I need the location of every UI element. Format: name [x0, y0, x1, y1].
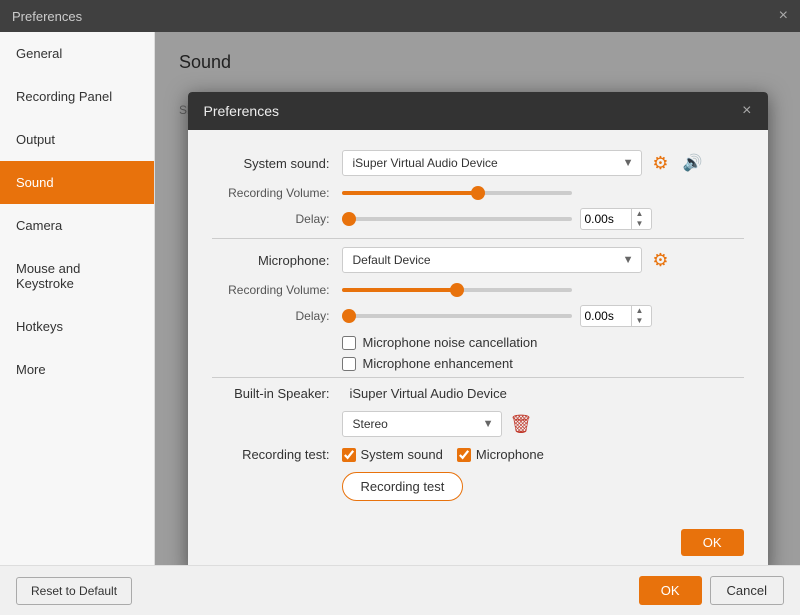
- system-volume-label: Recording Volume:: [212, 186, 342, 200]
- mic-delay-label: Delay:: [212, 309, 342, 323]
- recording-test-label: Recording test:: [212, 447, 342, 462]
- title-bar-close-button[interactable]: ×: [779, 7, 788, 25]
- stereo-select-wrapper: Stereo Mono ▼: [342, 411, 502, 437]
- mic-volume-slider-container: [342, 288, 572, 292]
- system-delay-down-button[interactable]: ▼: [632, 219, 648, 229]
- mic-volume-label: Recording Volume:: [212, 283, 342, 297]
- system-delay-slider-container: ▲ ▼: [342, 208, 652, 230]
- bottom-right-buttons: OK Cancel: [639, 576, 784, 605]
- sidebar-item-more[interactable]: More: [0, 348, 154, 391]
- sidebar-item-sound[interactable]: Sound: [0, 161, 154, 204]
- microphone-check-item: Microphone: [457, 447, 544, 462]
- microphone-test-checkbox[interactable]: [457, 448, 471, 462]
- mic-delay-input-wrapper: ▲ ▼: [580, 305, 652, 327]
- app-body: General Recording Panel Output Sound Cam…: [0, 32, 800, 565]
- mic-delay-up-button[interactable]: ▲: [632, 306, 648, 316]
- stereo-select[interactable]: Stereo Mono: [342, 411, 502, 437]
- modal-close-button[interactable]: ×: [742, 102, 751, 120]
- sidebar-item-mouse-keystroke[interactable]: Mouse and Keystroke: [0, 247, 154, 305]
- system-delay-slider[interactable]: [342, 217, 572, 221]
- sidebar-item-recording-panel[interactable]: Recording Panel: [0, 75, 154, 118]
- system-volume-row: Recording Volume:: [212, 186, 744, 200]
- system-delay-up-button[interactable]: ▲: [632, 209, 648, 219]
- preferences-modal: Preferences × System sound: iSuper Virtu…: [188, 92, 768, 565]
- microphone-check-label: Microphone: [476, 447, 544, 462]
- sidebar-item-hotkeys[interactable]: Hotkeys: [0, 305, 154, 348]
- mic-enhancement-checkbox[interactable]: [342, 357, 356, 371]
- reset-to-default-button[interactable]: Reset to Default: [16, 577, 132, 605]
- noise-cancellation-checkbox[interactable]: [342, 336, 356, 350]
- app-title: Preferences: [12, 9, 82, 24]
- modal-body: System sound: iSuper Virtual Audio Devic…: [188, 130, 768, 517]
- bottom-bar: Reset to Default OK Cancel: [0, 565, 800, 615]
- modal-header: Preferences ×: [188, 92, 768, 130]
- system-sound-select-wrapper: iSuper Virtual Audio Device Default Devi…: [342, 150, 706, 176]
- mic-volume-slider[interactable]: [342, 288, 572, 292]
- system-sound-checkbox[interactable]: [342, 448, 356, 462]
- mic-delay-slider-container: ▲ ▼: [342, 305, 652, 327]
- modal-title: Preferences: [204, 103, 279, 119]
- mic-enhancement-row: Microphone enhancement: [342, 356, 744, 371]
- system-sound-speaker-button[interactable]: 🔊: [680, 150, 706, 176]
- recording-test-button[interactable]: Recording test: [342, 472, 464, 501]
- builtin-speaker-label: Built-in Speaker:: [212, 386, 342, 401]
- system-sound-select[interactable]: iSuper Virtual Audio Device Default Devi…: [342, 150, 642, 176]
- system-delay-spinners: ▲ ▼: [631, 209, 648, 229]
- mic-delay-row: Delay: ▲ ▼: [212, 305, 744, 327]
- app-window: Preferences × General Recording Panel Ou…: [0, 0, 800, 615]
- modal-overlay: Preferences × System sound: iSuper Virtu…: [155, 32, 800, 565]
- system-delay-label: Delay:: [212, 212, 342, 226]
- sidebar: General Recording Panel Output Sound Cam…: [0, 32, 155, 565]
- system-sound-check-item: System sound: [342, 447, 443, 462]
- system-volume-slider[interactable]: [342, 191, 572, 195]
- system-sound-label: System sound:: [212, 156, 342, 171]
- microphone-select[interactable]: Default Device None iSuper Virtual Audio…: [342, 247, 642, 273]
- section-divider: [212, 238, 744, 239]
- recording-test-checkboxes: System sound Microphone: [342, 447, 544, 462]
- builtin-speaker-name: iSuper Virtual Audio Device: [350, 386, 507, 401]
- noise-cancellation-label: Microphone noise cancellation: [363, 335, 538, 350]
- section-divider-2: [212, 377, 744, 378]
- builtin-speaker-row: Built-in Speaker: iSuper Virtual Audio D…: [212, 386, 744, 401]
- delete-speaker-button[interactable]: 🗑: [510, 414, 533, 435]
- mic-volume-row: Recording Volume:: [212, 283, 744, 297]
- system-sound-check-label: System sound: [361, 447, 443, 462]
- spacer: [212, 437, 744, 447]
- cancel-button[interactable]: Cancel: [710, 576, 784, 605]
- mic-delay-spinners: ▲ ▼: [631, 306, 648, 326]
- modal-footer: OK: [188, 517, 768, 565]
- noise-cancellation-row: Microphone noise cancellation: [342, 335, 744, 350]
- microphone-gear-button[interactable]: ⚙: [648, 247, 674, 273]
- stereo-row: Stereo Mono ▼ 🗑: [342, 411, 744, 437]
- title-bar: Preferences ×: [0, 0, 800, 32]
- system-delay-input-wrapper: ▲ ▼: [580, 208, 652, 230]
- mic-delay-slider[interactable]: [342, 314, 572, 318]
- mic-delay-down-button[interactable]: ▼: [632, 316, 648, 326]
- sidebar-item-output[interactable]: Output: [0, 118, 154, 161]
- modal-ok-button[interactable]: OK: [681, 529, 744, 556]
- microphone-label: Microphone:: [212, 253, 342, 268]
- main-content: Sound Show the left or right click statu…: [155, 32, 800, 565]
- mic-delay-input[interactable]: [581, 306, 631, 326]
- system-delay-row: Delay: ▲ ▼: [212, 208, 744, 230]
- ok-button[interactable]: OK: [639, 576, 702, 605]
- sidebar-item-camera[interactable]: Camera: [0, 204, 154, 247]
- sidebar-item-general[interactable]: General: [0, 32, 154, 75]
- recording-test-row: Recording test: System sound Microphone: [212, 447, 744, 462]
- system-volume-slider-container: [342, 191, 572, 195]
- mic-enhancement-label: Microphone enhancement: [363, 356, 513, 371]
- system-sound-gear-button[interactable]: ⚙: [648, 150, 674, 176]
- system-sound-row: System sound: iSuper Virtual Audio Devic…: [212, 150, 744, 176]
- microphone-select-wrapper: Default Device None iSuper Virtual Audio…: [342, 247, 674, 273]
- microphone-row: Microphone: Default Device None iSuper V…: [212, 247, 744, 273]
- system-delay-input[interactable]: [581, 209, 631, 229]
